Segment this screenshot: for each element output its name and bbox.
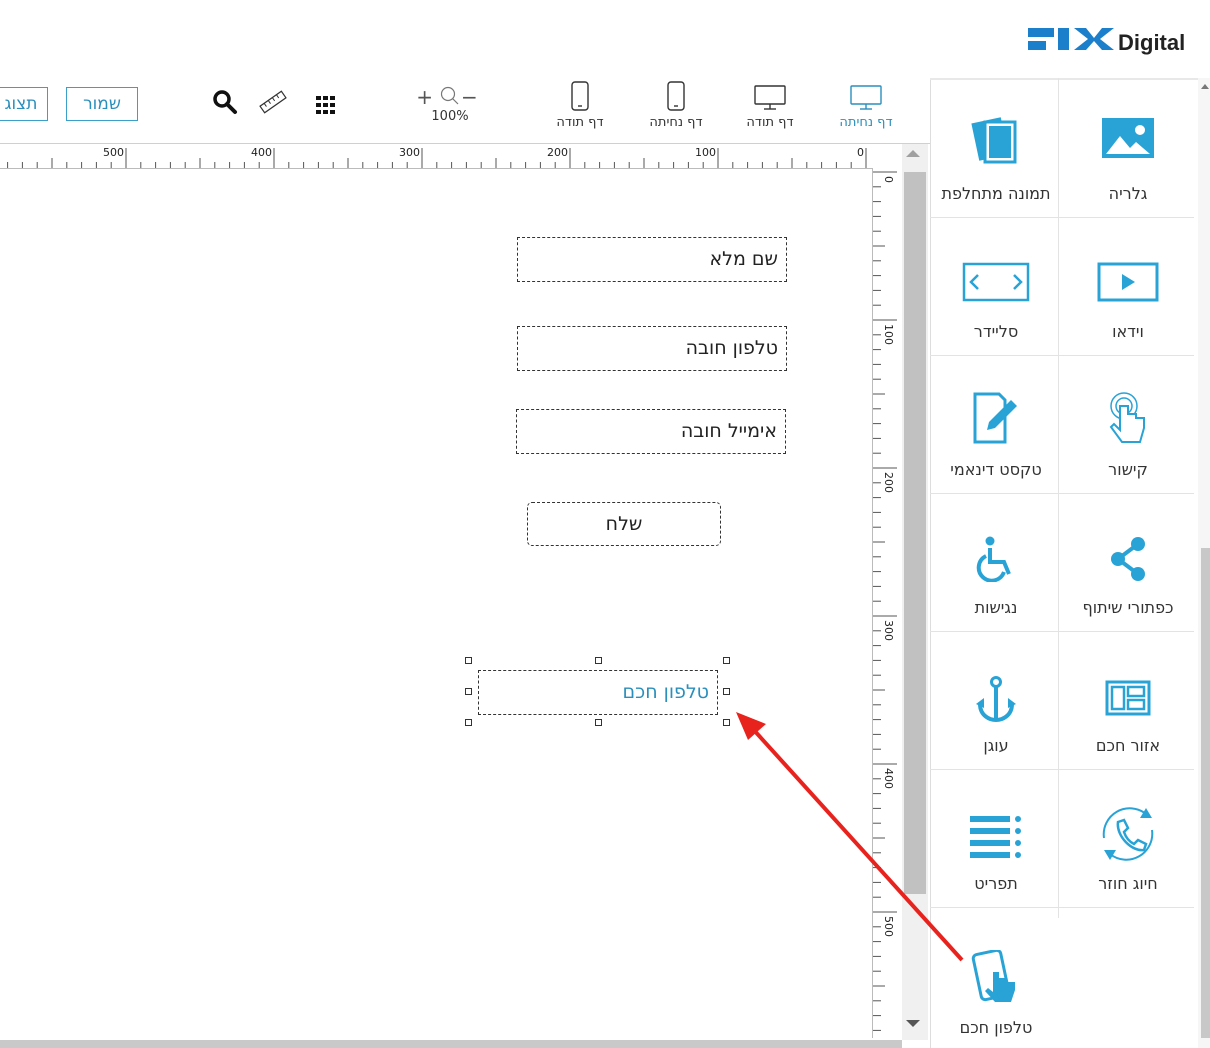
red-annotation-arrow	[736, 712, 964, 962]
